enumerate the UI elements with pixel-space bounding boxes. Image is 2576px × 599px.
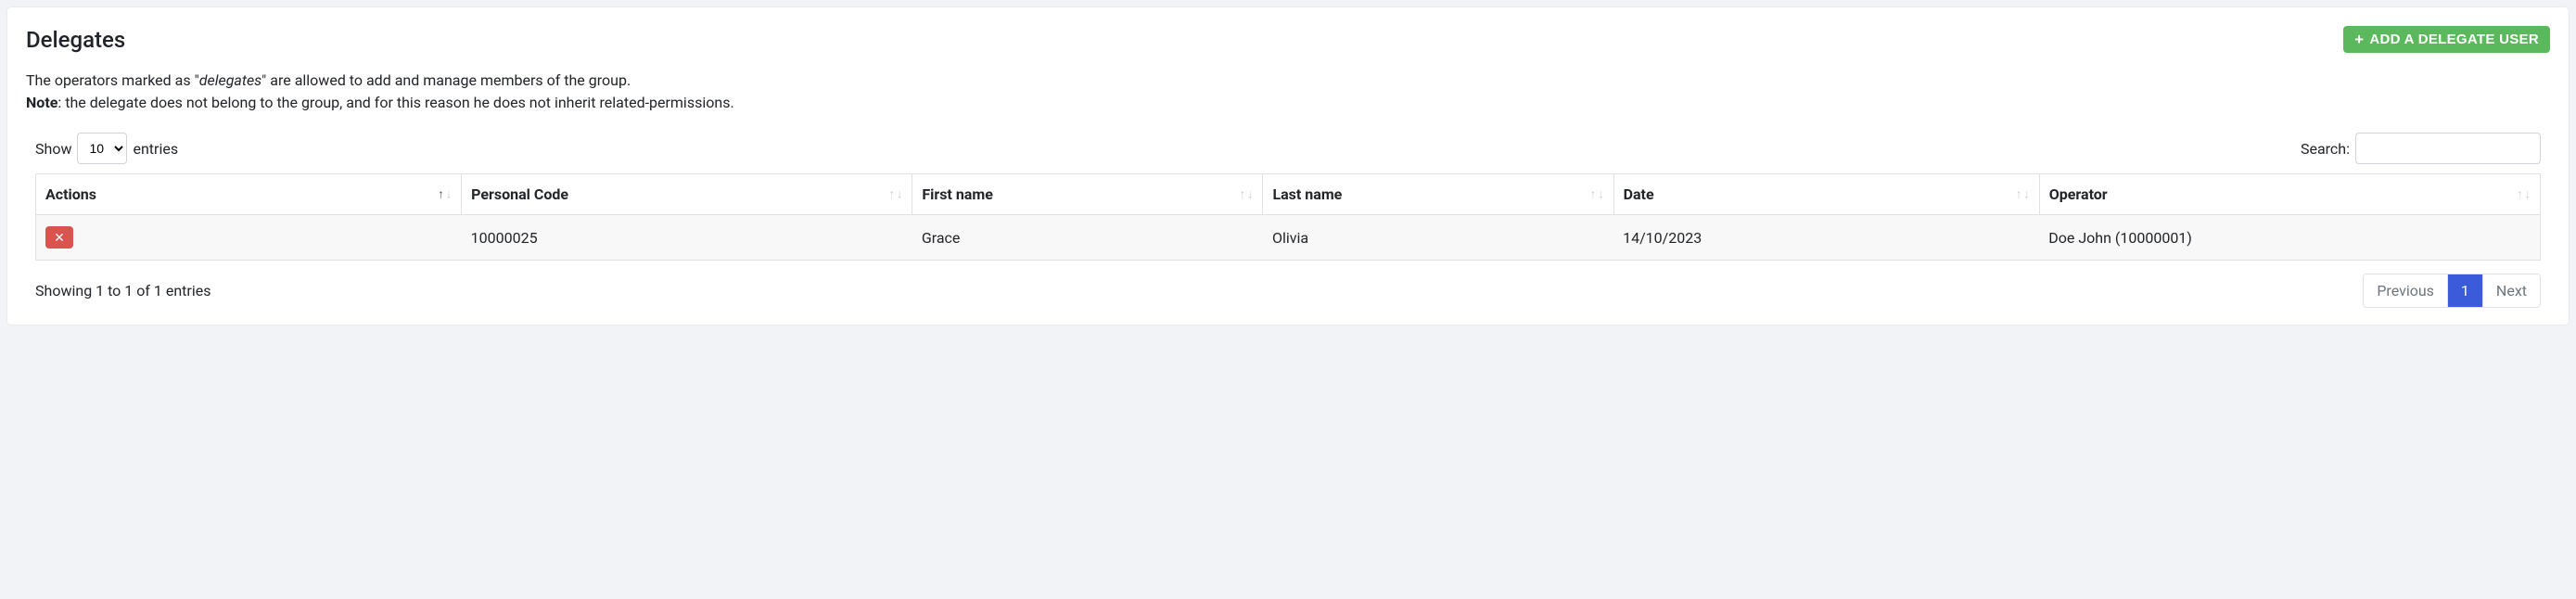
panel-header: Delegates + ADD A DELEGATE USER: [26, 26, 2550, 53]
add-button-label: ADD A DELEGATE USER: [2369, 32, 2539, 47]
cell-operator: Doe John (10000001): [2039, 215, 2540, 261]
page-title: Delegates: [26, 27, 125, 53]
next-button[interactable]: Next: [2483, 274, 2540, 307]
sort-icon: ↑↓: [2016, 188, 2030, 200]
search-input[interactable]: [2355, 133, 2541, 164]
previous-button[interactable]: Previous: [2364, 274, 2448, 307]
sort-icon: ↑↓: [438, 188, 452, 200]
add-delegate-user-button[interactable]: + ADD A DELEGATE USER: [2343, 26, 2550, 53]
pagination: Previous 1 Next: [2363, 274, 2541, 308]
col-date-label: Date: [1624, 185, 1654, 203]
col-operator[interactable]: Operator ↑↓: [2039, 174, 2540, 215]
col-first-name[interactable]: First name ↑↓: [912, 174, 1263, 215]
col-operator-label: Operator: [2049, 185, 2108, 203]
sort-icon: ↑↓: [1239, 188, 1253, 200]
col-actions-label: Actions: [45, 185, 96, 203]
plus-icon: +: [2354, 32, 2364, 47]
table-row: ✕ 10000025 Grace Olivia 14/10/2023 Doe J…: [36, 215, 2541, 261]
intro-line1-em: delegates: [199, 71, 261, 89]
page-size-select[interactable]: 10: [77, 133, 127, 164]
sort-icon: ↑↓: [2517, 188, 2531, 200]
col-last-name-label: Last name: [1272, 185, 1342, 203]
intro-line1-post: " are allowed to add and manage members …: [261, 71, 631, 89]
cell-date: 14/10/2023: [1613, 215, 2039, 261]
show-entries-control: Show 10 entries: [35, 133, 178, 164]
table-footer: Showing 1 to 1 of 1 entries Previous 1 N…: [35, 274, 2541, 308]
cell-actions: ✕: [36, 215, 462, 261]
cell-last-name: Olivia: [1263, 215, 1613, 261]
col-actions[interactable]: Actions ↑↓: [36, 174, 462, 215]
page-number[interactable]: 1: [2448, 274, 2483, 307]
col-personal-code-label: Personal Code: [471, 185, 568, 203]
intro-line2-rest: : the delegate does not belong to the gr…: [57, 94, 733, 111]
sort-icon: ↑↓: [1590, 188, 1604, 200]
intro-text: The operators marked as "delegates" are …: [26, 70, 2550, 114]
col-last-name[interactable]: Last name ↑↓: [1263, 174, 1613, 215]
entries-label: entries: [133, 140, 178, 158]
col-date[interactable]: Date ↑↓: [1613, 174, 2039, 215]
search-label: Search:: [2301, 140, 2350, 158]
remove-delegate-button[interactable]: ✕: [45, 226, 73, 249]
table-header-row: Actions ↑↓ Personal Code ↑↓ First name ↑…: [36, 174, 2541, 215]
col-first-name-label: First name: [922, 185, 993, 203]
delegates-panel: Delegates + ADD A DELEGATE USER The oper…: [7, 7, 2569, 325]
col-personal-code[interactable]: Personal Code ↑↓: [462, 174, 912, 215]
close-icon: ✕: [54, 230, 65, 246]
cell-personal-code: 10000025: [462, 215, 912, 261]
intro-line2-strong: Note: [26, 94, 57, 111]
delegates-table: Actions ↑↓ Personal Code ↑↓ First name ↑…: [35, 173, 2541, 261]
entries-info: Showing 1 to 1 of 1 entries: [35, 282, 210, 300]
show-label: Show: [35, 140, 71, 158]
cell-first-name: Grace: [912, 215, 1263, 261]
table-controls: Show 10 entries Search:: [35, 133, 2541, 164]
sort-icon: ↑↓: [888, 188, 902, 200]
table-wrapper: Show 10 entries Search: Actions ↑↓: [26, 133, 2550, 308]
intro-line1-pre: The operators marked as ": [26, 71, 199, 89]
search-control: Search:: [2301, 133, 2541, 164]
